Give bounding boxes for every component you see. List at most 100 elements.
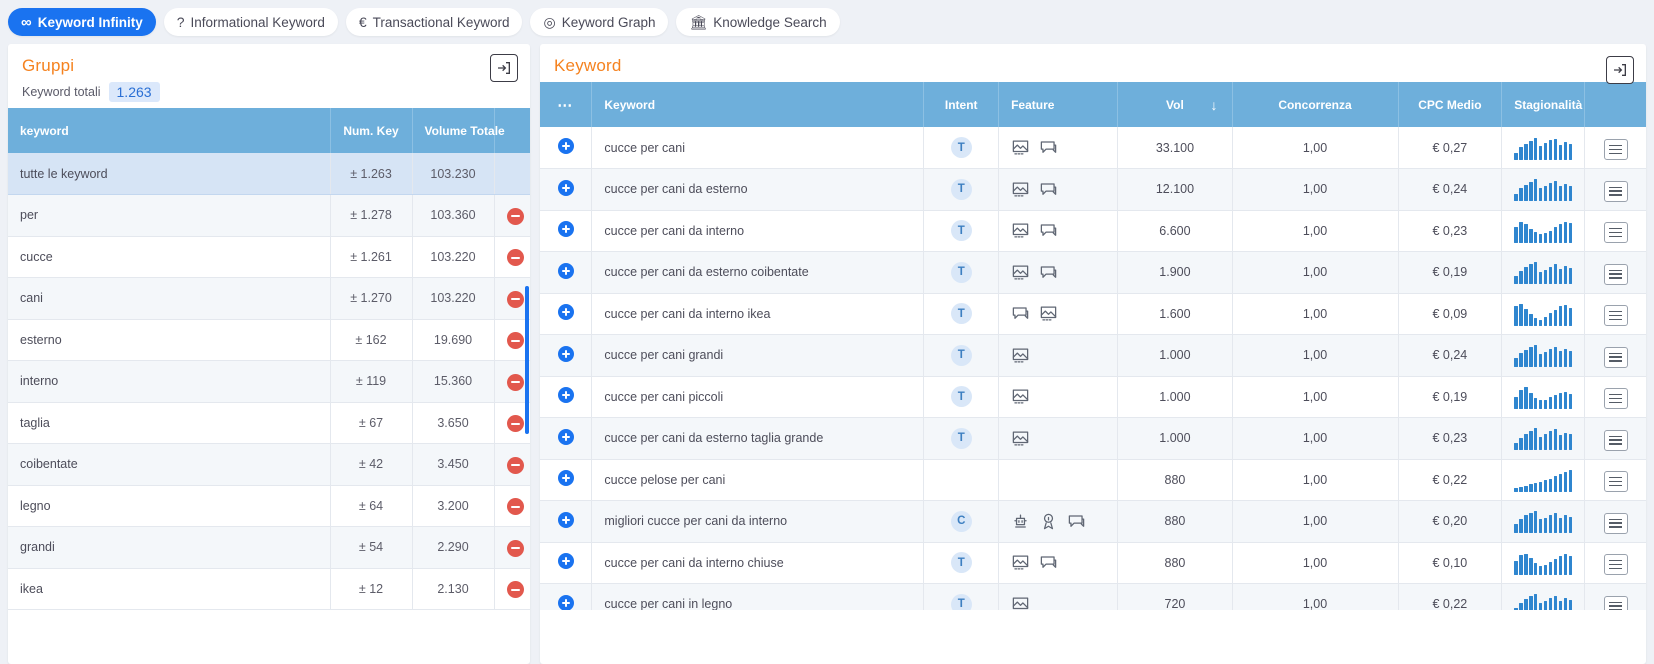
table-row[interactable]: cucce per cani T 33.100 1,00 € 0,27 (540, 127, 1646, 169)
add-keyword-icon[interactable] (557, 138, 574, 154)
table-row[interactable]: per ± 1.278 103.360 (8, 194, 530, 237)
row-menu-button[interactable] (1603, 388, 1628, 410)
row-menu-button[interactable] (1603, 595, 1628, 610)
table-row[interactable]: ikea ± 12 2.130 (8, 568, 530, 610)
status-badge: T (950, 593, 972, 610)
keyword-col-cpc[interactable]: CPC Medio (1398, 82, 1503, 127)
add-keyword-icon[interactable] (557, 304, 574, 321)
chat-icon[interactable] (1011, 304, 1030, 323)
add-keyword-icon[interactable] (557, 470, 574, 487)
groups-col-volume[interactable]: Volume Totale (412, 108, 505, 153)
table-row[interactable]: cucce per cani da esterno taglia grande T… (540, 417, 1646, 460)
table-row[interactable]: esterno ± 162 19.690 (8, 319, 530, 361)
add-keyword-icon[interactable] (557, 179, 574, 196)
add-keyword-icon[interactable] (557, 387, 574, 404)
chat-icon[interactable] (1039, 138, 1058, 157)
keyword-col-feature[interactable]: Feature (998, 82, 1119, 127)
row-menu-button[interactable] (1603, 346, 1628, 368)
remove-group-icon[interactable] (506, 456, 524, 474)
chat-icon[interactable] (1039, 180, 1058, 199)
row-menu-button[interactable] (1603, 138, 1628, 160)
remove-group-icon[interactable] (506, 539, 524, 557)
groups-scrollbar-thumb[interactable] (525, 286, 529, 434)
row-menu-button[interactable] (1603, 180, 1628, 202)
table-row[interactable]: cucce ± 1.261 103.220 (8, 236, 530, 278)
table-row[interactable]: cucce per cani da interno T 6.600 1,00 € 0,2… (540, 210, 1646, 252)
groups-table-wrapper[interactable]: keyword Num. Key Volume Totale tutte le … (8, 108, 530, 636)
table-row[interactable]: cucce per cani da interno chiuse T 880 1,00… (540, 542, 1646, 584)
add-keyword-icon[interactable] (557, 221, 574, 238)
chat-icon[interactable] (1039, 553, 1058, 572)
row-menu-button[interactable] (1603, 429, 1628, 451)
remove-group-icon[interactable] (506, 290, 524, 308)
keyword-col-select[interactable]: ⋯ (540, 82, 593, 127)
image-icon[interactable] (1011, 221, 1030, 240)
table-row[interactable]: cucce per cani da interno ikea T 1.600 1,00… (540, 293, 1646, 335)
remove-group-icon[interactable] (506, 415, 524, 432)
robot-icon[interactable] (1011, 512, 1030, 531)
remove-group-icon[interactable] (506, 249, 524, 266)
image-icon[interactable] (1011, 553, 1030, 572)
keyword-export-button[interactable] (1606, 56, 1634, 84)
row-menu-button[interactable] (1603, 305, 1628, 327)
keyword-col-vol[interactable]: Vol ↓ (1117, 82, 1233, 127)
remove-group-icon[interactable] (506, 373, 524, 391)
medal-icon[interactable] (1039, 512, 1058, 531)
add-keyword-icon[interactable] (557, 594, 574, 610)
table-row[interactable]: cucce per cani grandi T 1.000 1,00 € 0,24 (540, 334, 1646, 377)
add-keyword-icon[interactable] (557, 262, 574, 279)
add-keyword-icon[interactable] (557, 345, 574, 362)
remove-group-icon[interactable] (506, 207, 524, 225)
groups-col-keyword[interactable]: keyword (8, 108, 331, 153)
row-menu-button[interactable] (1603, 222, 1628, 244)
ellipsis-icon: ⋯ (557, 96, 575, 114)
keyword-col-intent[interactable]: Intent (923, 82, 1000, 127)
chat-icon[interactable] (1039, 263, 1058, 282)
row-menu-button[interactable] (1603, 471, 1628, 493)
table-row[interactable]: cucce per cani da esterno T 12.100 1,00 € 0,… (540, 168, 1646, 211)
tab-keyword-infinity[interactable]: ∞ Keyword Infinity (8, 8, 156, 36)
remove-group-icon[interactable] (506, 498, 524, 515)
table-row[interactable]: cani ± 1.270 103.220 (8, 277, 530, 320)
tab-informational-keyword[interactable]: ? Informational Keyword (163, 8, 338, 36)
row-menu-button[interactable] (1603, 554, 1628, 576)
table-row[interactable]: interno ± 119 15.360 (8, 360, 530, 403)
keyword-col-stagionalita[interactable]: Stagionalità (1501, 82, 1586, 127)
tab-keyword-graph[interactable]: ◎ Keyword Graph (530, 8, 669, 36)
groups-col-numkey[interactable]: Num. Key (330, 108, 413, 153)
row-menu-button[interactable] (1603, 512, 1628, 534)
image-icon[interactable] (1011, 429, 1030, 448)
table-row[interactable]: tutte le keyword ± 1.263 103.230 (8, 153, 530, 195)
tab-transactional-keyword[interactable]: € Transactional Keyword (345, 8, 523, 36)
chat-icon[interactable] (1067, 512, 1086, 531)
groups-export-button[interactable] (490, 54, 518, 82)
remove-group-icon[interactable] (506, 332, 524, 349)
row-menu-button[interactable] (1603, 263, 1628, 285)
chat-icon[interactable] (1039, 221, 1058, 240)
image-icon[interactable] (1011, 180, 1030, 199)
image-icon[interactable] (1011, 263, 1030, 282)
add-keyword-icon[interactable] (557, 553, 574, 570)
image-icon[interactable] (1011, 387, 1030, 406)
add-keyword-icon[interactable] (557, 428, 574, 445)
image-icon[interactable] (1011, 138, 1030, 157)
table-row[interactable]: cucce per cani da esterno coibentate T 1.9… (540, 251, 1646, 294)
sparkline-bar (1568, 307, 1573, 326)
table-row[interactable]: cucce per cani in legno T 720 1,00 € 0,22 (540, 583, 1646, 610)
table-row[interactable]: cucce per cani piccoli T 1.000 1,00 € 0,19 (540, 376, 1646, 418)
image-icon[interactable] (1011, 346, 1030, 365)
table-row[interactable]: migliori cucce per cani da interno C 880 1,… (540, 500, 1646, 543)
image-icon[interactable] (1011, 595, 1030, 610)
table-row[interactable]: grandi ± 54 2.290 (8, 526, 530, 569)
table-row[interactable]: taglia ± 67 3.650 (8, 402, 530, 444)
table-row[interactable]: cucce pelose per cani 880 1,00 € 0,22 (540, 459, 1646, 501)
keyword-table-wrapper[interactable]: ⋯ Keyword Intent Feature Vol ↓ Concorren… (540, 82, 1646, 610)
table-row[interactable]: coibentate ± 42 3.450 (8, 443, 530, 486)
image-alt-icon[interactable] (1039, 304, 1058, 323)
table-row[interactable]: legno ± 64 3.200 (8, 485, 530, 527)
tab-knowledge-search[interactable]: 🏛 Knowledge Search (676, 8, 840, 36)
remove-group-icon[interactable] (506, 581, 524, 598)
keyword-col-keyword[interactable]: Keyword (591, 82, 925, 127)
keyword-col-concorrenza[interactable]: Concorrenza (1232, 82, 1399, 127)
add-keyword-icon[interactable] (557, 511, 574, 528)
